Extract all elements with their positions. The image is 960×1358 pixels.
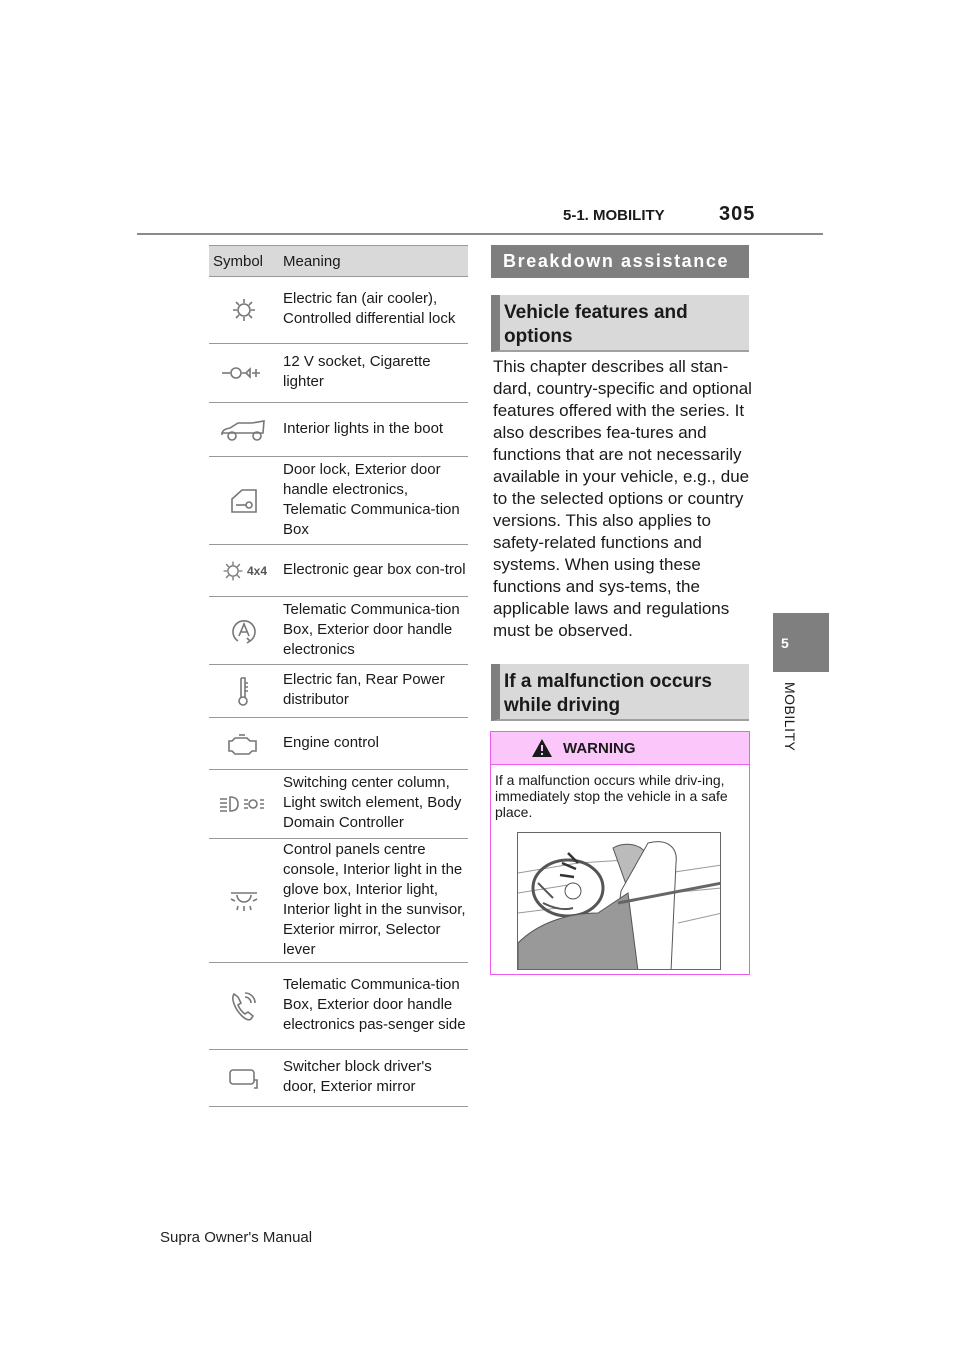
row-meaning: Interior lights in the boot: [283, 419, 444, 437]
header-symbol: Symbol: [213, 252, 264, 270]
gear-icon: [233, 299, 255, 321]
header-section-title: 5-1. MOBILITY: [563, 207, 665, 224]
table-row: Door lock, Exterior door handle electron…: [209, 457, 468, 545]
warning-text: If a malfunction occurs while driv-ing, …: [495, 772, 728, 820]
footer-manual-title: Supra Owner's Manual: [160, 1229, 313, 1246]
section-banner: Breakdown assistance: [491, 245, 749, 278]
subheading-vehicle-features: Vehicle features and options: [491, 295, 749, 352]
headlight-icon: [220, 796, 264, 812]
row-meaning: Electric fan, Rear Power distributor: [283, 671, 445, 708]
table-row: 12 V socket, Cigarette lighter: [209, 344, 468, 403]
row-meaning: Electronic gear box con-trol: [283, 560, 466, 578]
table-row: Engine control: [209, 718, 468, 770]
door-key-icon: [231, 488, 257, 513]
page-number: 305: [719, 203, 756, 225]
header-rule: [137, 233, 823, 235]
warning-title: WARNING: [563, 739, 636, 757]
table-row: Control panels centre console, Interior …: [209, 839, 468, 963]
table-header: Symbol Meaning: [209, 245, 468, 277]
table-row: Switcher block driver's door, Exterior m…: [209, 1050, 468, 1107]
row-meaning: Switcher block driver's door, Exterior m…: [283, 1058, 432, 1095]
chapter-tab: 5: [773, 613, 829, 672]
engine-icon: [228, 733, 257, 755]
table-row: Electric fan, Rear Power distributor: [209, 665, 468, 718]
row-meaning: Telematic Communica-tion Box, Exterior d…: [283, 976, 466, 1033]
body-paragraph: This chapter describes all stan-dard, co…: [493, 357, 752, 640]
gear-4x4-icon: [223, 561, 243, 580]
row-meaning: Electric fan (air cooler), Controlled di…: [283, 290, 456, 327]
warning-header: WARNING: [491, 732, 749, 765]
auto-a-icon: [232, 619, 256, 644]
table-row: Switching center column, Light switch el…: [209, 770, 468, 839]
table-row: Telematic Communica-tion Box, Exterior d…: [209, 963, 468, 1050]
driver-illustration: [517, 832, 721, 970]
row-meaning: Control panels centre console, Interior …: [283, 840, 466, 958]
warning-box: WARNING If a malfunction occurs while dr…: [490, 731, 750, 975]
warning-triangle-icon: [532, 739, 552, 757]
row-meaning: Telematic Communica-tion Box, Exterior d…: [283, 600, 460, 658]
mirror-icon: [229, 1069, 258, 1089]
socket-plug-icon: [222, 367, 260, 379]
row-meaning: 12 V socket, Cigarette lighter: [283, 353, 431, 390]
phone-icon: [232, 992, 256, 1021]
table-row: Telematic Communica-tion Box, Exterior d…: [209, 597, 468, 665]
table-row: 4x4 Electronic gear box con-trol: [209, 545, 468, 597]
thermometer-icon: [238, 677, 248, 706]
chapter-number: 5: [781, 634, 789, 651]
header-meaning: Meaning: [283, 252, 341, 270]
symbol-table: Symbol Meaning Electric fan (air cooler)…: [209, 245, 468, 1107]
table-row: Electric fan (air cooler), Controlled di…: [209, 277, 468, 344]
table-row: Interior lights in the boot: [209, 403, 468, 457]
interior-light-icon: [230, 891, 258, 911]
row-meaning: Engine control: [283, 733, 379, 751]
subheading-malfunction: If a malfunction occurs while driving: [491, 664, 749, 721]
gear-4x4-label: 4x4: [246, 563, 268, 578]
car-boot-icon: [221, 419, 265, 441]
row-meaning: Door lock, Exterior door handle electron…: [283, 460, 460, 538]
chapter-label: MOBILITY: [782, 682, 798, 752]
row-meaning: Switching center column, Light switch el…: [283, 774, 462, 831]
